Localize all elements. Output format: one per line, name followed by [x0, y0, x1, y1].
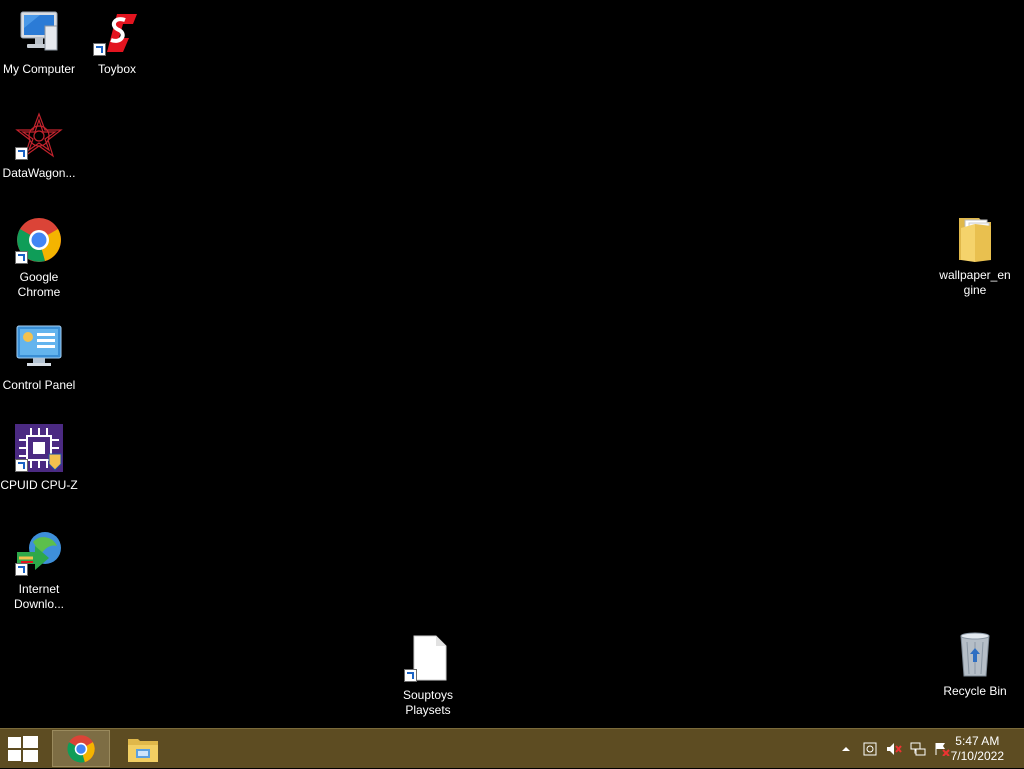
- icon-label: Internet Downlo...: [13, 582, 65, 611]
- desktop-icon-cpu-z[interactable]: CPUID CPU-Z: [0, 424, 78, 493]
- icon-label: Google Chrome: [17, 270, 61, 299]
- taskbar-chrome-button[interactable]: [52, 730, 110, 767]
- file-icon: [404, 634, 452, 682]
- shortcut-arrow-icon: [15, 147, 28, 160]
- clock-time: 5:47 AM: [955, 734, 1000, 748]
- icon-label: DataWagon...: [2, 166, 76, 180]
- desktop-icon-datawagon[interactable]: DataWagon...: [0, 112, 78, 181]
- icon-label: My Computer: [2, 62, 76, 76]
- icon-label: Recycle Bin: [943, 684, 1007, 698]
- desktop-icon-wallpaper-engine[interactable]: wallpaper_engine: [936, 214, 1014, 298]
- computer-icon: [15, 8, 63, 56]
- icon-label: CPUID CPU-Z: [0, 478, 78, 492]
- taskbar: 5:47 AM 7/10/2022: [0, 728, 1024, 768]
- control-panel-icon: [15, 324, 63, 372]
- taskbar-file-explorer-button[interactable]: [114, 730, 172, 767]
- folder-icon: [951, 214, 999, 262]
- desktop-icon-internet-download-manager[interactable]: Internet Downlo...: [0, 528, 78, 612]
- system-tray: 5:47 AM 7/10/2022: [814, 729, 1024, 769]
- clock-date: 7/10/2022: [950, 749, 1004, 763]
- icon-label: Toybox: [97, 62, 137, 76]
- volume-muted-icon[interactable]: [886, 742, 902, 756]
- recycle-bin-icon: [951, 630, 999, 678]
- network-icon[interactable]: [910, 742, 926, 756]
- desktop-icon-control-panel[interactable]: Control Panel: [0, 324, 78, 393]
- icon-label: wallpaper_engine: [939, 268, 1011, 297]
- file-explorer-icon: [128, 738, 158, 762]
- desktop-icon-my-computer[interactable]: My Computer: [0, 8, 78, 77]
- desktop-icon-google-chrome[interactable]: Google Chrome: [0, 216, 78, 300]
- shortcut-arrow-icon: [15, 251, 28, 264]
- icon-label: Control Panel: [2, 378, 76, 392]
- desktop-icon-souptoys-playsets[interactable]: Souptoys Playsets: [389, 634, 467, 718]
- desktop: My Computer Toybox DataWagon... Google C…: [0, 0, 1024, 728]
- shortcut-arrow-icon: [15, 563, 28, 576]
- show-hidden-icons-icon[interactable]: [838, 742, 854, 756]
- desktop-icon-recycle-bin[interactable]: Recycle Bin: [936, 630, 1014, 699]
- datawagon-icon: [15, 112, 63, 160]
- cpuz-icon: [15, 424, 63, 472]
- taskbar-clock[interactable]: 5:47 AM 7/10/2022: [951, 734, 1004, 764]
- chrome-icon: [15, 216, 63, 264]
- shortcut-arrow-icon: [15, 459, 28, 472]
- chrome-icon: [67, 734, 95, 763]
- sync-icon[interactable]: [862, 742, 878, 756]
- shortcut-arrow-icon: [93, 43, 106, 56]
- shortcut-arrow-icon: [404, 669, 417, 682]
- action-center-icon[interactable]: [934, 742, 950, 757]
- desktop-icon-toybox[interactable]: Toybox: [78, 8, 156, 77]
- icon-label: Souptoys Playsets: [402, 688, 454, 717]
- windows-start-icon[interactable]: [8, 736, 38, 762]
- toybox-icon: [93, 8, 141, 56]
- internet-download-manager-icon: [15, 528, 63, 576]
